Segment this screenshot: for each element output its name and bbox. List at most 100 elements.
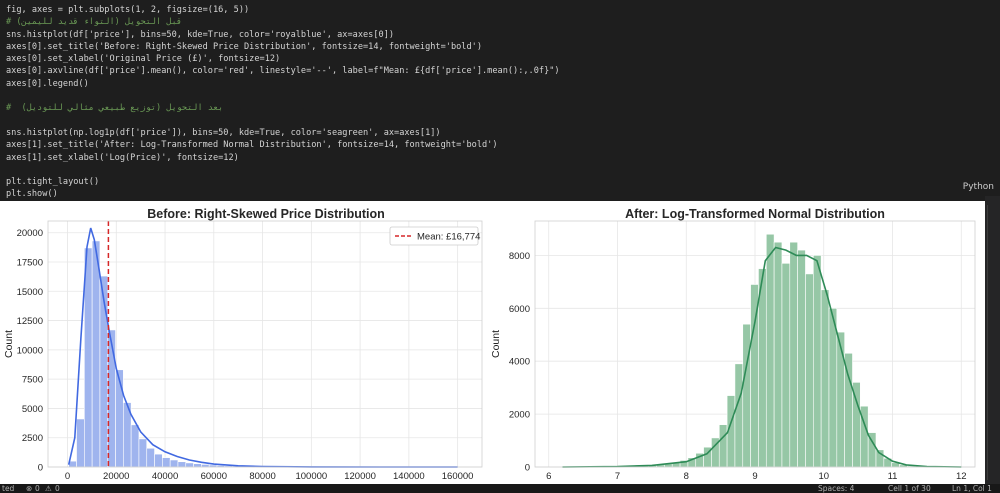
histogram-bar [812, 255, 822, 468]
histogram-bar [820, 289, 830, 468]
histogram-bar [154, 453, 163, 468]
code-line[interactable]: # بعد التحويل (توزيع طبيعي مثالي للتوديل… [6, 102, 560, 114]
code-line[interactable]: axes[0].axvline(df['price'].mean(), colo… [6, 65, 560, 77]
y-tick-label: 8000 [509, 251, 530, 262]
x-tick-label: 10 [818, 471, 829, 482]
y-tick-label: 4000 [509, 357, 530, 368]
code-token: sns.histplot(np.log1p(df['price']), bins… [6, 127, 441, 138]
histogram-bar [177, 461, 187, 468]
status-bar: ted ⊗ 0 ⚠ 0 Spaces: 4 Cell 1 of 30 Ln 1,… [0, 484, 1000, 493]
x-tick-label: 140000 [393, 471, 425, 482]
code-line[interactable] [6, 164, 560, 176]
chart-title: Before: Right-Skewed Price Distribution [147, 207, 385, 221]
cell-output: Mean: £16,774 0 20000 40000 60000 80000 100000… [0, 201, 985, 484]
histogram-bar [734, 363, 744, 468]
legend-label: Mean: £16,774 [417, 232, 480, 243]
x-tick-label: 7 [615, 471, 620, 482]
cell-position[interactable]: Cell 1 of 30 [888, 484, 931, 493]
y-tick-label: 5000 [22, 404, 43, 415]
code-token: قبل التحويل (التواء قديد لليمين) [16, 17, 182, 28]
x-tick-label: 100000 [295, 471, 327, 482]
histogram-bar [146, 447, 155, 468]
histogram-bar [91, 240, 101, 468]
code-editor[interactable]: fig, axes = plt.subplots(1, 2, figsize=(… [6, 4, 560, 201]
histogram-bar [185, 462, 194, 468]
code-line[interactable]: axes[0].set_title('Before: Right-Skewed … [6, 41, 560, 53]
code-token: fig, axes = plt.subplots(1, 2, figsize=(… [6, 5, 250, 15]
code-token: axes[1].set_xlabel('Log(Price)', fontsiz… [6, 152, 239, 163]
x-tick-label: 12 [956, 471, 967, 482]
y-tick-label: 2000 [509, 410, 530, 421]
histogram-bar [162, 457, 171, 468]
code-token: axes[0].set_title('Before: Right-Skewed … [6, 41, 482, 52]
scrollbar[interactable] [987, 205, 995, 480]
code-line[interactable]: # قبل التحويل (التواء قديد لليمين) [6, 16, 560, 28]
code-line[interactable]: sns.histplot(df['price'], bins=50, kde=T… [6, 29, 560, 41]
code-token: axes[0].set_xlabel('Original Price (£)',… [6, 54, 281, 65]
histogram-bar [797, 249, 806, 468]
histogram-bar [169, 459, 179, 468]
y-tick-label: 6000 [509, 304, 530, 315]
x-tick-label: 80000 [249, 471, 275, 482]
x-tick-label: 9 [752, 471, 757, 482]
code-token: # [6, 103, 22, 114]
histogram-bar [844, 352, 853, 468]
code-line[interactable]: plt.show() [6, 188, 560, 200]
code-token: sns.histplot(df['price'], bins=50, kde=T… [6, 29, 395, 40]
y-tick-label: 2500 [22, 433, 43, 444]
histogram-bar [805, 273, 814, 468]
y-tick-label: 17500 [17, 258, 43, 269]
code-token: axes[0].axvline(df['price'].mean(), colo… [6, 66, 560, 77]
code-cell[interactable]: fig, axes = plt.subplots(1, 2, figsize=(… [0, 0, 1000, 199]
histogram-bar [789, 241, 798, 468]
y-tick-label: 15000 [17, 287, 43, 298]
code-token: # [6, 17, 17, 28]
code-line[interactable] [6, 90, 560, 102]
y-tick-label: 0 [38, 463, 43, 474]
x-tick-label: 160000 [442, 471, 474, 482]
status-left-text[interactable]: ted [2, 484, 14, 493]
x-tick-label: 40000 [152, 471, 178, 482]
code-line[interactable]: axes[1].set_title('After: Log-Transforme… [6, 139, 560, 151]
x-tick-label: 8 [684, 471, 689, 482]
errors-icon[interactable]: ⊗ [26, 484, 32, 493]
figure-output: Mean: £16,7740 20000 40000 60000 80000 100000… [3, 207, 976, 482]
cursor-position[interactable]: Ln 1, Col 1 [952, 484, 992, 493]
y-tick-label: 10000 [17, 345, 43, 356]
errors-count[interactable]: 0 [35, 484, 40, 493]
histogram-bar [836, 331, 845, 468]
histogram-bar [765, 233, 775, 468]
y-axis-label: Count [490, 330, 502, 358]
code-token: axes[0].legend() [6, 78, 89, 89]
code-line[interactable]: fig, axes = plt.subplots(1, 2, figsize=(… [6, 4, 560, 16]
y-tick-label: 7500 [22, 375, 43, 386]
x-tick-label: 0 [65, 471, 70, 482]
code-line[interactable]: sns.histplot(np.log1p(df['price']), bins… [6, 127, 560, 139]
cell-language-label[interactable]: Python [963, 182, 994, 192]
x-tick-label: 11 [888, 471, 898, 482]
histogram-bar [742, 323, 751, 468]
histogram-bar [828, 307, 838, 468]
chart-title: After: Log-Transformed Normal Distributi… [625, 207, 885, 221]
x-tick-label: 120000 [344, 471, 376, 482]
indent-setting[interactable]: Spaces: 4 [818, 484, 854, 493]
code-token: plt.tight_layout() [6, 177, 100, 188]
code-line[interactable]: axes[1].set_xlabel('Log(Price)', fontsiz… [6, 152, 560, 164]
code-token: بعد التحويل (توزيع طبيعي مثالي للتوديل) [21, 103, 224, 114]
histogram-bar [773, 241, 783, 468]
code-token: plt.show() [6, 189, 58, 200]
code-line[interactable]: plt.tight_layout() [6, 176, 560, 188]
warnings-count[interactable]: 0 [55, 484, 60, 493]
histogram-bar [138, 438, 148, 468]
y-tick-label: 12500 [17, 316, 43, 327]
code-line[interactable]: axes[0].legend() [6, 78, 560, 90]
histogram-after: 6 7 8 9 10 11 12 0 2000 4000 6000 8000 After: Log-Tr… [490, 207, 976, 482]
y-tick-label: 20000 [17, 228, 43, 239]
x-tick-label: 20000 [103, 471, 129, 482]
code-line[interactable]: axes[0].set_xlabel('Original Price (£)',… [6, 53, 560, 65]
histogram-bar [781, 263, 791, 468]
histogram-before: Mean: £16,7740 20000 40000 60000 80000 100000… [3, 207, 483, 482]
warnings-icon[interactable]: ⚠ [45, 484, 52, 493]
histogram-bar [718, 424, 728, 468]
code-line[interactable] [6, 115, 560, 127]
